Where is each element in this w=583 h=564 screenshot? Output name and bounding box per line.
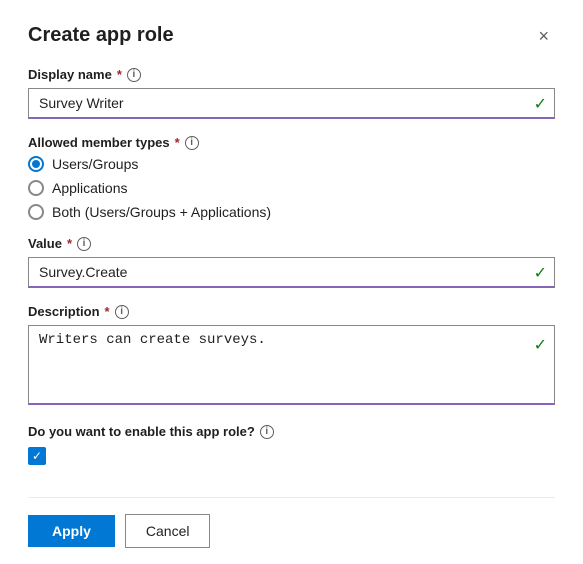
radio-applications-custom — [28, 180, 44, 196]
display-name-input[interactable] — [28, 88, 555, 119]
value-required: * — [67, 236, 72, 251]
dialog-title: Create app role — [28, 24, 174, 47]
enable-checkbox-wrapper[interactable]: ✓ — [28, 447, 555, 465]
value-label-text: Value — [28, 236, 62, 251]
enable-checkbox-check-icon: ✓ — [32, 450, 42, 462]
enable-checkbox[interactable]: ✓ — [28, 447, 46, 465]
display-name-field-group: Display name * i ✓ — [28, 67, 555, 119]
create-app-role-dialog: Create app role × Display name * i ✓ All… — [0, 0, 583, 564]
description-label-text: Description — [28, 304, 100, 319]
value-label: Value * i — [28, 236, 555, 251]
radio-applications[interactable]: Applications — [28, 180, 555, 196]
allowed-member-types-label-text: Allowed member types — [28, 135, 170, 150]
allowed-member-types-required: * — [175, 135, 180, 150]
description-textarea-wrapper: ✓ — [28, 325, 555, 408]
enable-info-icon: i — [260, 425, 274, 439]
dialog-footer: Apply Cancel — [28, 497, 555, 564]
allowed-member-types-label: Allowed member types * i — [28, 135, 555, 150]
radio-both[interactable]: Both (Users/Groups + Applications) — [28, 204, 555, 220]
enable-label: Do you want to enable this app role? i — [28, 424, 555, 439]
display-name-label: Display name * i — [28, 67, 555, 82]
description-field-group: Description * i ✓ — [28, 304, 555, 408]
value-field-group: Value * i ✓ — [28, 236, 555, 288]
enable-section: Do you want to enable this app role? i ✓ — [28, 424, 555, 465]
description-info-icon: i — [115, 305, 129, 319]
description-required: * — [105, 304, 110, 319]
value-info-icon: i — [77, 237, 91, 251]
dialog-header: Create app role × — [28, 24, 555, 47]
description-textarea[interactable] — [28, 325, 555, 405]
radio-both-custom — [28, 204, 44, 220]
value-check-icon: ✓ — [534, 263, 547, 283]
value-input[interactable] — [28, 257, 555, 288]
enable-label-text: Do you want to enable this app role? — [28, 424, 255, 439]
radio-users-groups-dot — [32, 160, 40, 168]
allowed-member-types-radio-group: Users/Groups Applications Both (Users/Gr… — [28, 156, 555, 220]
display-name-info-icon: i — [127, 68, 141, 82]
description-check-icon: ✓ — [534, 335, 547, 355]
radio-users-groups-custom — [28, 156, 44, 172]
allowed-member-types-info-icon: i — [185, 136, 199, 150]
radio-both-label: Both (Users/Groups + Applications) — [52, 204, 271, 220]
radio-users-groups-label: Users/Groups — [52, 156, 138, 172]
display-name-input-wrapper: ✓ — [28, 88, 555, 119]
form-body: Display name * i ✓ Allowed member types … — [28, 67, 555, 497]
radio-users-groups[interactable]: Users/Groups — [28, 156, 555, 172]
close-button[interactable]: × — [532, 25, 555, 47]
value-input-wrapper: ✓ — [28, 257, 555, 288]
allowed-member-types-field-group: Allowed member types * i Users/Groups Ap… — [28, 135, 555, 220]
display-name-check-icon: ✓ — [534, 94, 547, 114]
cancel-button[interactable]: Cancel — [125, 514, 211, 548]
display-name-required: * — [117, 67, 122, 82]
apply-button[interactable]: Apply — [28, 515, 115, 547]
description-label: Description * i — [28, 304, 555, 319]
display-name-label-text: Display name — [28, 67, 112, 82]
radio-applications-label: Applications — [52, 180, 128, 196]
